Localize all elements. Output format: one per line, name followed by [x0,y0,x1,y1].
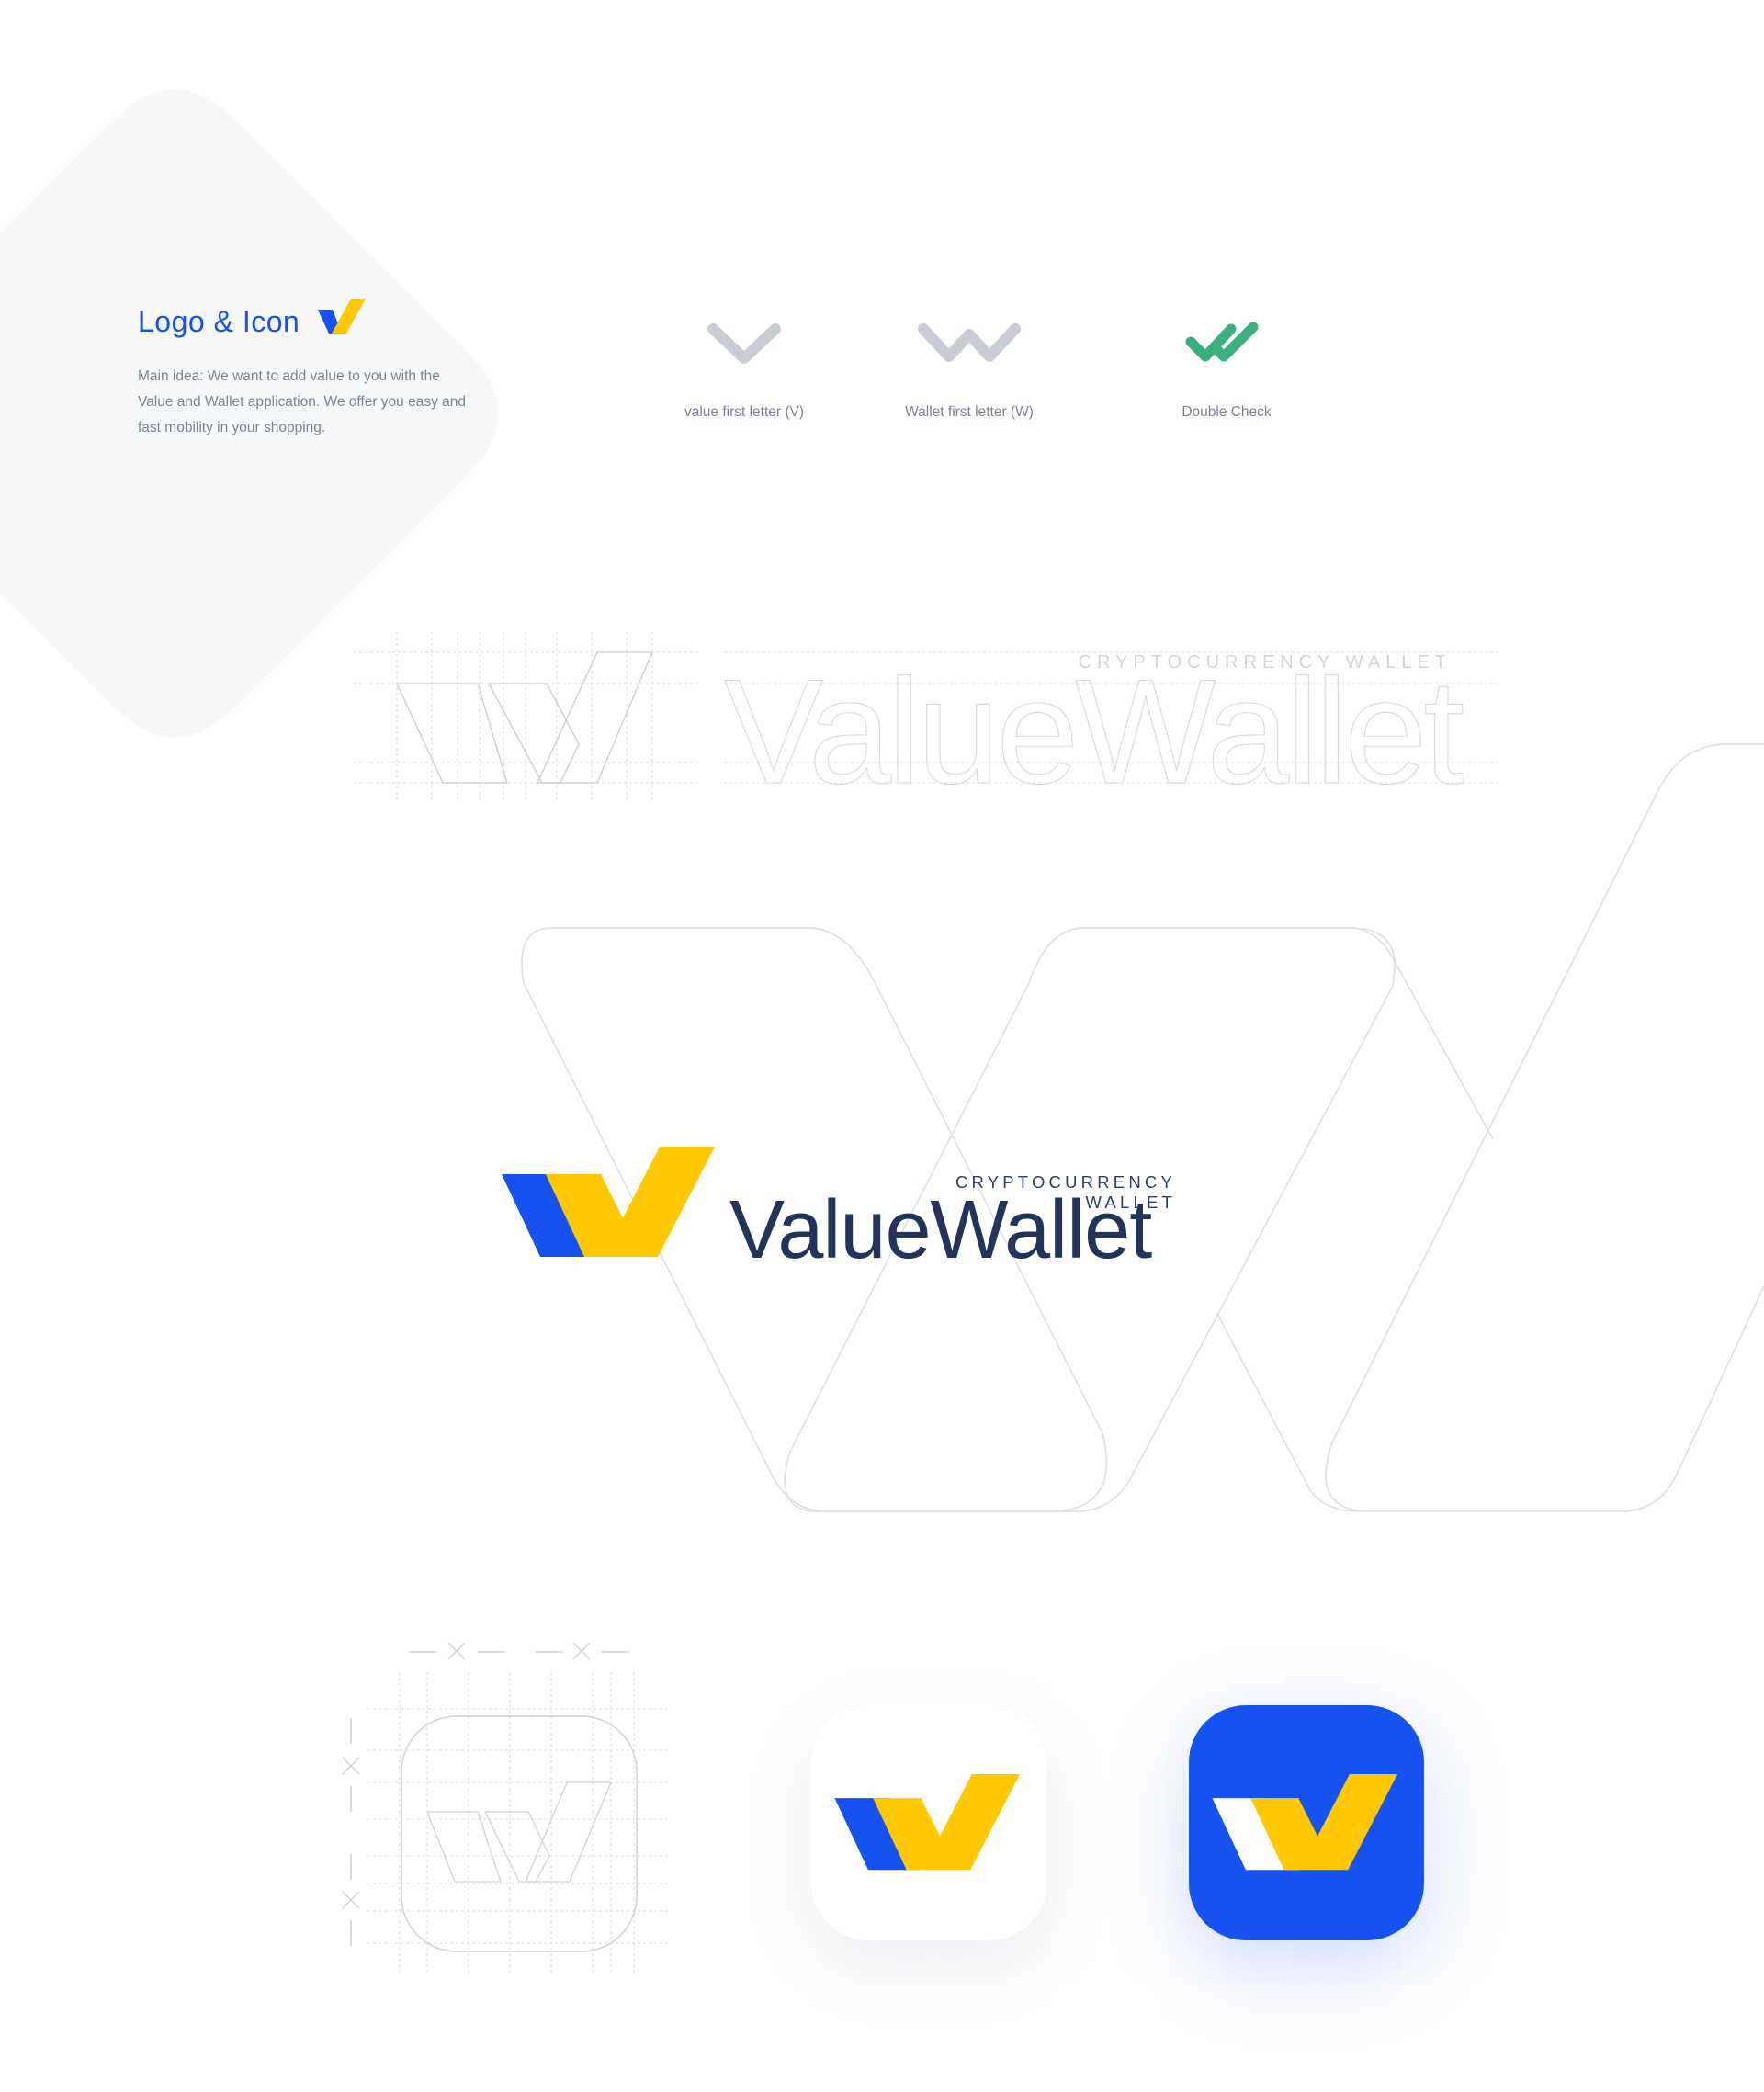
w-chevron-icon [918,323,1021,362]
app-icon-construction-mark [426,1781,612,1883]
app-icon-blue [1189,1705,1424,1940]
app-icon-blue-mark [1212,1774,1398,1871]
app-icon-construction-square [401,1715,638,1952]
concept-v: value first letter (V) [634,322,854,421]
small-logo-icon [318,299,367,334]
spacing-markers [342,1642,629,1946]
intro-section: Logo & Icon Main idea: We want to add va… [138,299,469,441]
mark-construction-grid [354,632,698,801]
big-w-outline [521,743,1764,1512]
brand-presentation: Logo & Icon Main idea: We want to add va… [0,0,1764,2092]
v-chevron-icon [707,323,781,364]
intro-title: Logo & Icon [138,305,300,338]
intro-description: Main idea: We want to add value to you w… [138,368,467,435]
concept-v-caption: value first letter (V) [684,404,805,420]
construction-wordmark: ValueWallet [723,649,1465,815]
intro-title-row: Logo & Icon [138,299,469,340]
mark-construction-outline [396,651,653,784]
concept-w-caption: Wallet first letter (W) [905,404,1034,420]
main-logo-mark [502,1147,715,1257]
app-icon-white [811,1705,1046,1940]
concept-double-check-caption: Double Check [1182,404,1272,420]
app-icon-white-mark [834,1774,1021,1871]
double-check-icon [1185,322,1259,362]
concept-double-check: Double Check [1116,322,1337,421]
logo-wordmark: ValueWallet [729,1184,1152,1276]
concept-w: Wallet first letter (W) [859,322,1080,421]
